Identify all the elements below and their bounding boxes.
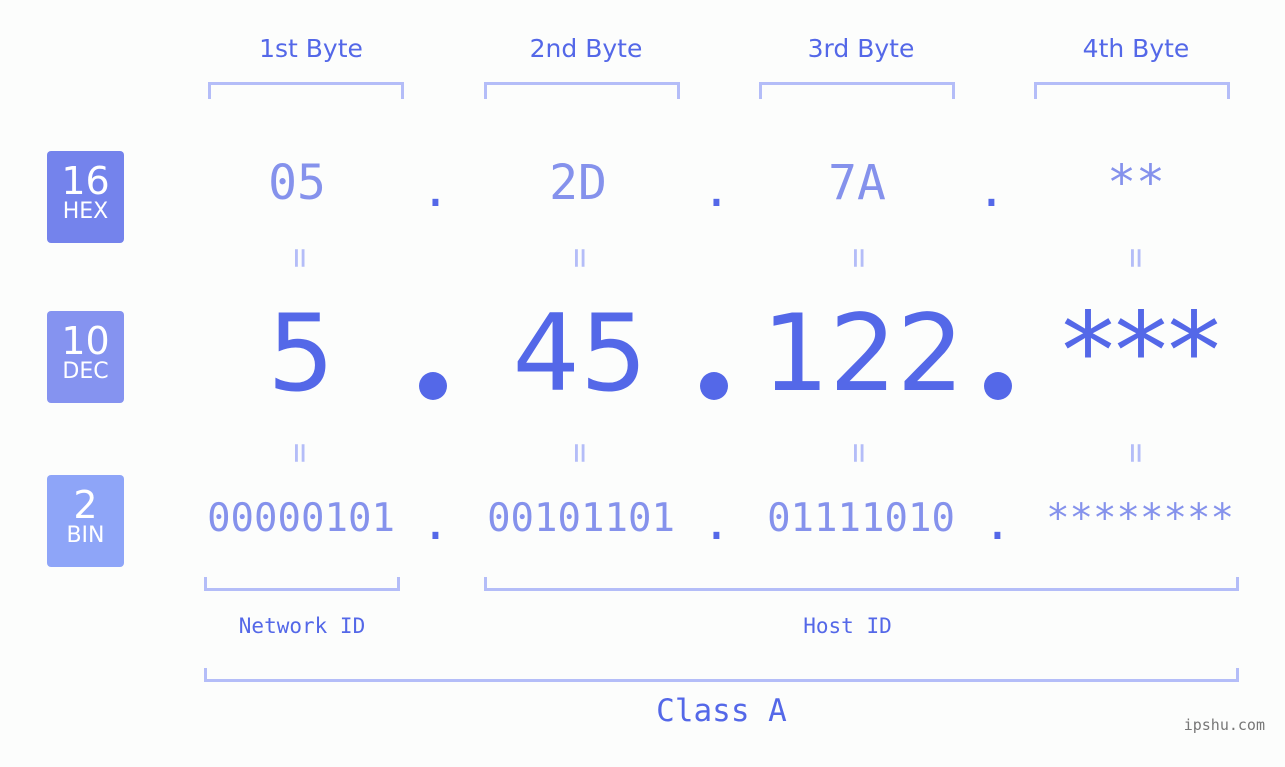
bin-badge-label: BIN [66, 523, 105, 548]
equals-icon: = [560, 247, 600, 269]
bin-byte-4: ******** [1046, 496, 1234, 541]
dec-separator-dot-1 [419, 372, 447, 400]
hex-badge-base: 16 [61, 159, 110, 203]
network-id-bracket [204, 577, 400, 591]
hex-byte-4: ** [1107, 155, 1165, 211]
bin-badge: 2 BIN [47, 475, 124, 567]
equals-icon: = [1116, 247, 1156, 269]
bin-separator-2: . [702, 495, 731, 551]
dec-byte-2: 45 [512, 292, 648, 415]
hex-byte-3: 7A [828, 155, 886, 211]
byte-header-2: 2nd Byte [529, 34, 643, 63]
host-id-bracket [484, 577, 1239, 591]
bin-separator-1: . [421, 495, 450, 551]
bin-separator-3: . [983, 495, 1012, 551]
equals-icon: = [560, 442, 600, 464]
class-label: Class A [656, 693, 787, 729]
bin-byte-3: 01111010 [767, 496, 955, 541]
byte-bracket-3 [759, 82, 955, 99]
dec-separator-dot-3 [984, 372, 1012, 400]
network-id-label: Network ID [238, 614, 366, 638]
dec-badge: 10 DEC [47, 311, 124, 403]
hex-byte-2: 2D [549, 155, 607, 211]
byte-bracket-1 [208, 82, 404, 99]
dec-byte-3: 122 [761, 292, 965, 415]
byte-header-3: 3rd Byte [807, 34, 915, 63]
byte-header-4: 4th Byte [1082, 34, 1190, 63]
byte-header-1: 1st Byte [259, 34, 363, 63]
hex-badge-label: HEX [62, 199, 109, 224]
equals-icon: = [839, 442, 879, 464]
hex-separator-3: . [977, 162, 1006, 218]
hex-separator-1: . [421, 162, 450, 218]
dec-byte-1: 5 [267, 292, 335, 415]
equals-icon: = [839, 247, 879, 269]
watermark: ipshu.com [1183, 716, 1265, 734]
dec-badge-base: 10 [61, 319, 110, 363]
bin-badge-base: 2 [73, 483, 98, 527]
class-bracket [204, 668, 1239, 682]
host-id-label: Host ID [803, 614, 892, 638]
dec-byte-4: *** [1061, 290, 1221, 413]
hex-badge: 16 HEX [47, 151, 124, 243]
bin-byte-1: 00000101 [207, 496, 395, 541]
bin-byte-2: 00101101 [487, 496, 675, 541]
byte-bracket-2 [484, 82, 680, 99]
dec-badge-label: DEC [62, 359, 109, 384]
equals-icon: = [280, 442, 320, 464]
dec-separator-dot-2 [700, 372, 728, 400]
hex-separator-2: . [702, 162, 731, 218]
equals-icon: = [280, 247, 320, 269]
equals-icon: = [1116, 442, 1156, 464]
hex-byte-1: 05 [268, 155, 326, 211]
byte-bracket-4 [1034, 82, 1230, 99]
